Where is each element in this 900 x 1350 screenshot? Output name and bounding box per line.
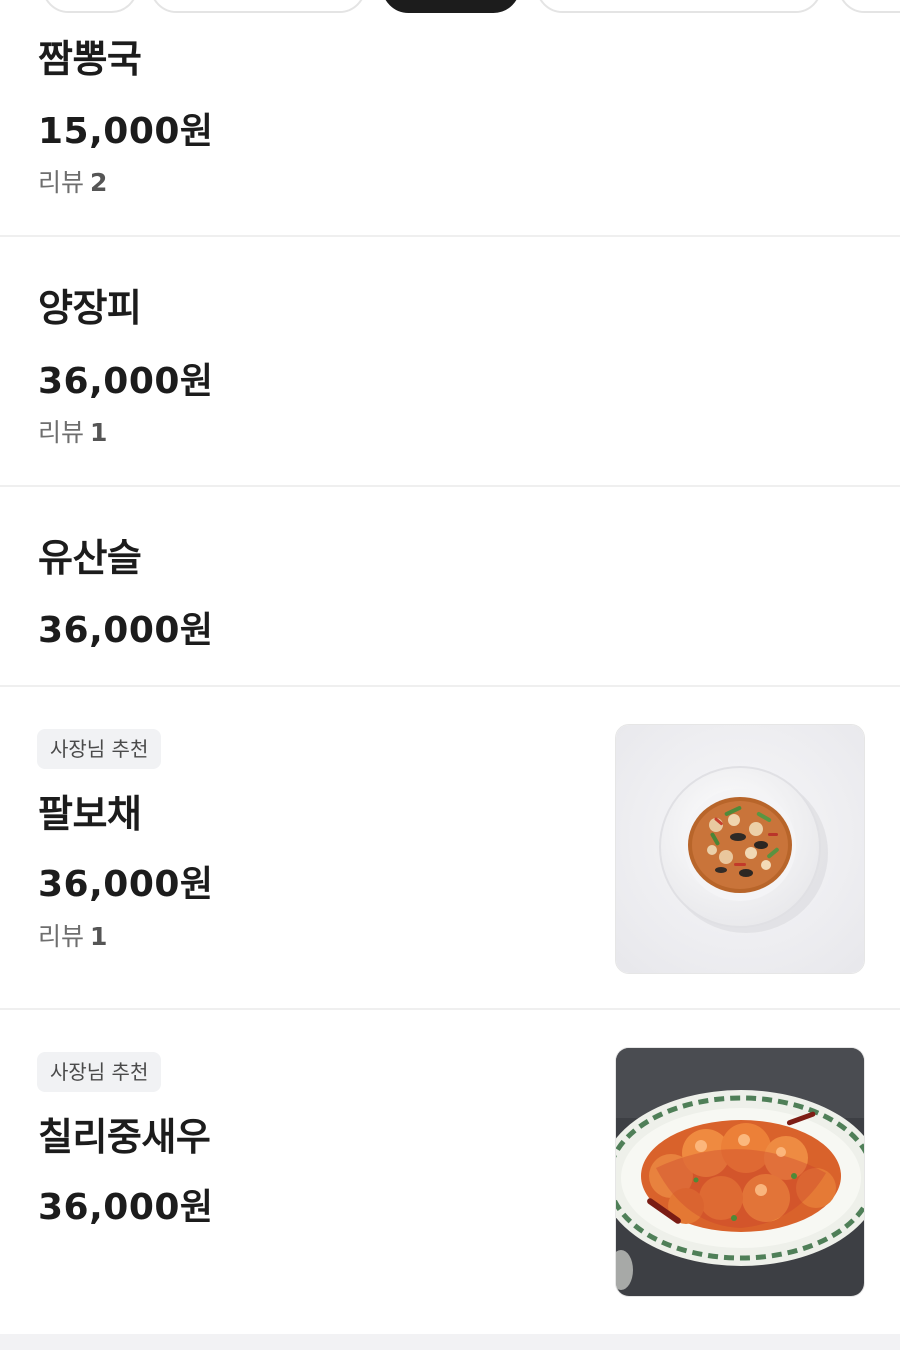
chili-shrimp-photo-image [616,1048,864,1296]
review-count: 1 [90,418,108,447]
review-label: 리뷰 [38,418,85,447]
seafood-stirfry-photo-image [616,725,864,973]
menu-item-photo[interactable] [615,724,865,974]
owner-recommend-badge: 사장님 추천 [37,1052,162,1092]
menu-item[interactable]: 양장피 36,000원 리뷰 1 [0,237,900,487]
menu-item-review: 리뷰 1 [38,917,107,953]
menu-item-name: 짬뽕국 [38,37,142,81]
menu-item[interactable]: 짬뽕국 15,000원 리뷰 2 [0,0,900,237]
owner-recommend-badge: 사장님 추천 [37,729,162,769]
menu-item-price: 36,000원 [38,361,214,402]
menu-item[interactable]: 유산슬 36,000원 [0,487,900,687]
menu-item-photo[interactable] [615,1047,865,1297]
menu-item-price: 36,000원 [38,1187,214,1228]
menu-item[interactable]: 사장님 추천 칠리중새우 36,000원 [0,1010,900,1334]
menu-item[interactable]: 사장님 추천 팔보채 36,000원 리뷰 1 [0,687,900,1010]
menu-item-price: 36,000원 [38,864,214,905]
menu-item-review: 리뷰 2 [38,163,107,199]
review-count: 1 [90,922,108,951]
menu-item-name: 칠리중새우 [38,1115,211,1159]
menu-item-name: 양장피 [38,286,142,330]
section-separator [0,1334,900,1350]
menu-item-price: 15,000원 [38,111,214,152]
menu-item-price: 36,000원 [38,610,214,651]
review-count: 2 [90,168,108,197]
review-label: 리뷰 [38,922,85,951]
menu-item-review: 리뷰 1 [38,413,107,449]
menu-item-name: 팔보채 [38,792,142,836]
menu-item-name: 유산슬 [38,536,142,580]
review-label: 리뷰 [38,168,85,197]
